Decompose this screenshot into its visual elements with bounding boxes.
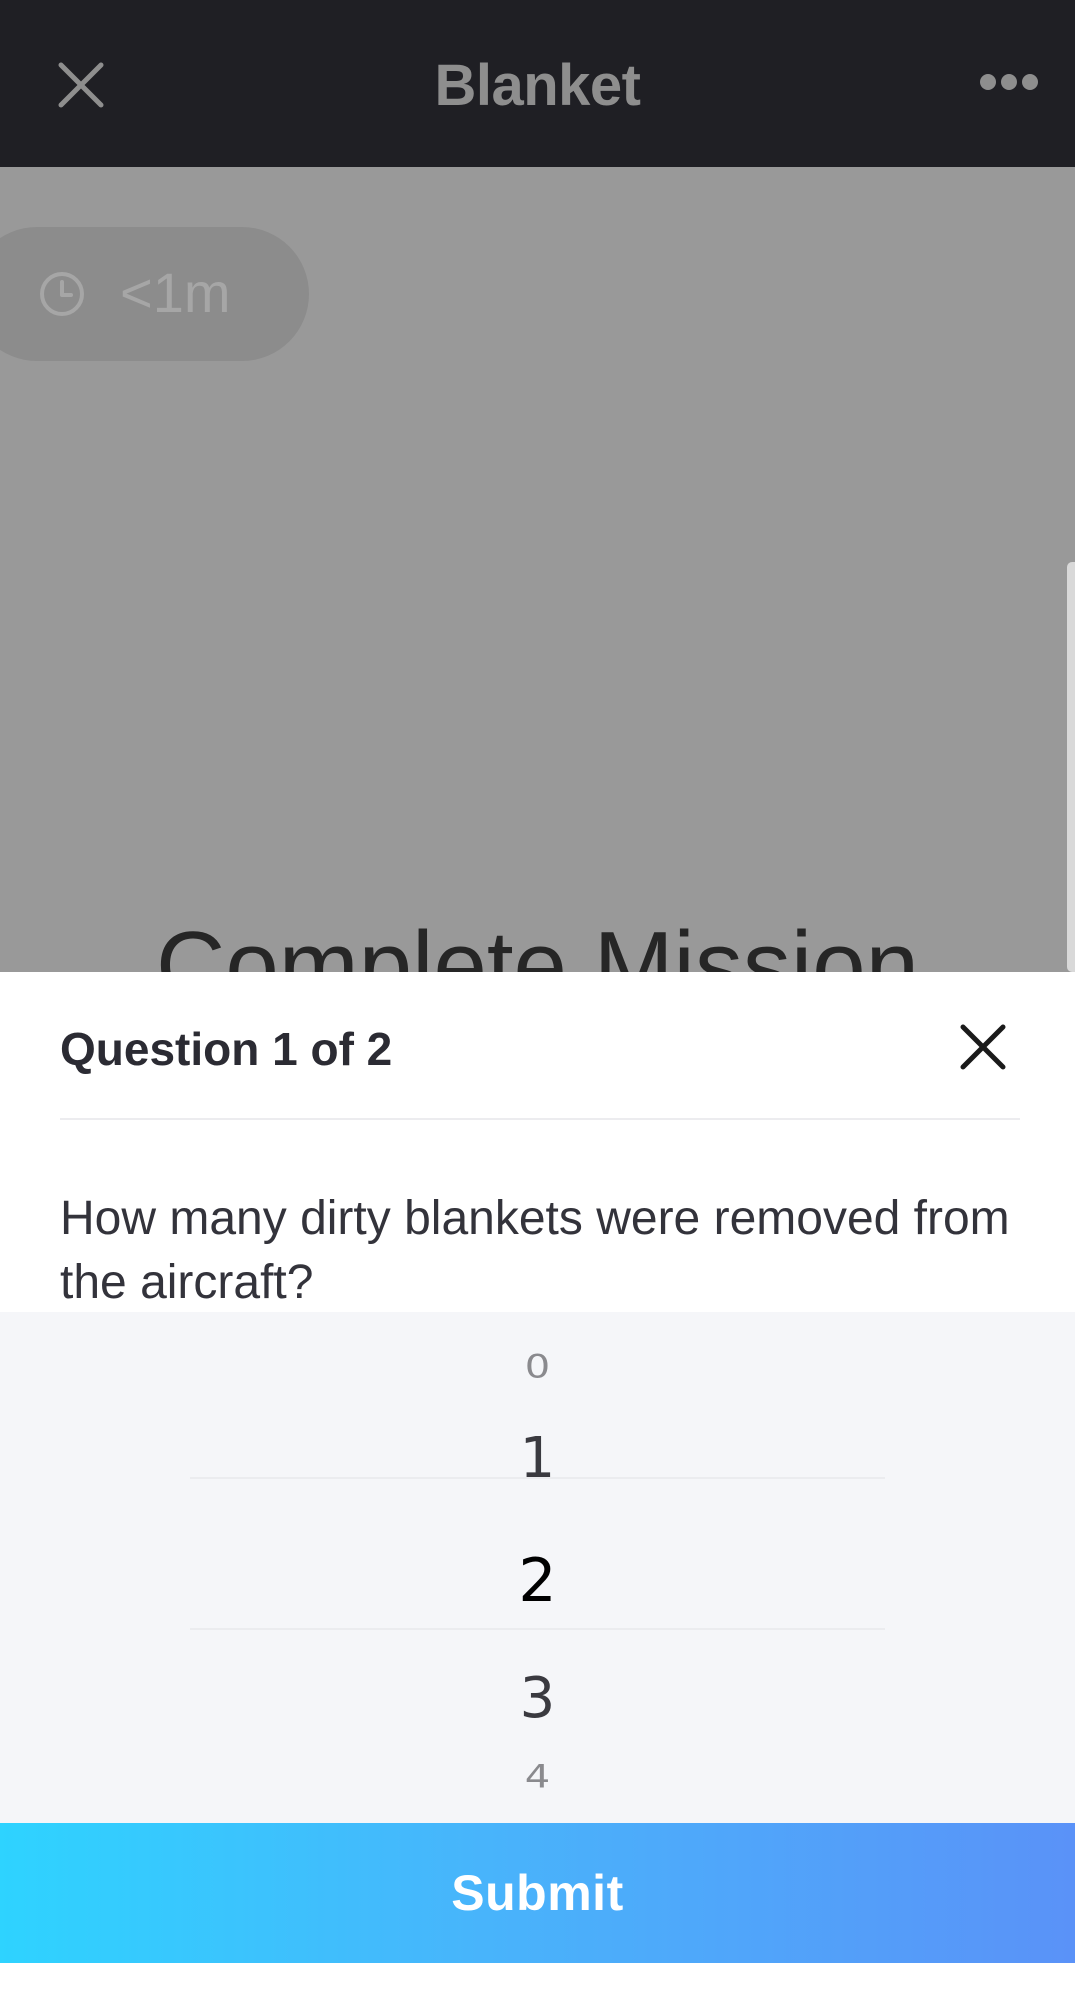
more-horizontal-icon [980, 74, 1038, 90]
top-bar: Blanket [0, 0, 1075, 167]
picker-selection-line-bottom [190, 1628, 885, 1630]
question-text: How many dirty blankets were removed fro… [60, 1192, 1010, 1309]
scroll-indicator [1067, 562, 1075, 972]
duration-label: <1m [120, 261, 231, 324]
picker-option[interactable]: 1 [0, 1426, 1075, 1491]
mission-title: Complete Mission [156, 912, 919, 972]
question-counter: Question 1 of 2 [60, 1023, 393, 1075]
page-title: Blanket [434, 53, 641, 118]
picker-option[interactable]: 3 [0, 1666, 1075, 1731]
duration-badge: <1m [0, 227, 309, 361]
picker-option[interactable]: 0 [0, 1349, 1075, 1386]
more-options-button[interactable] [971, 60, 1047, 104]
question-sheet-header: Question 1 of 2 [60, 972, 1020, 1120]
close-icon [960, 1024, 1006, 1070]
clock-icon [40, 272, 84, 316]
question-sheet: Question 1 of 2 How many dirty blankets … [0, 972, 1075, 1991]
picker-option-selected[interactable]: 2 [0, 1546, 1075, 1616]
number-picker[interactable]: 0 1 2 3 4 [0, 1312, 1075, 1823]
submit-button[interactable]: Submit [0, 1823, 1075, 1963]
submit-label: Submit [451, 1865, 624, 1921]
dimmed-mission-background: <1m Complete Mission [0, 167, 1075, 972]
picker-selection-line-top [190, 1477, 885, 1479]
picker-option[interactable]: 4 [0, 1759, 1075, 1796]
close-question-button[interactable] [956, 1020, 1010, 1074]
